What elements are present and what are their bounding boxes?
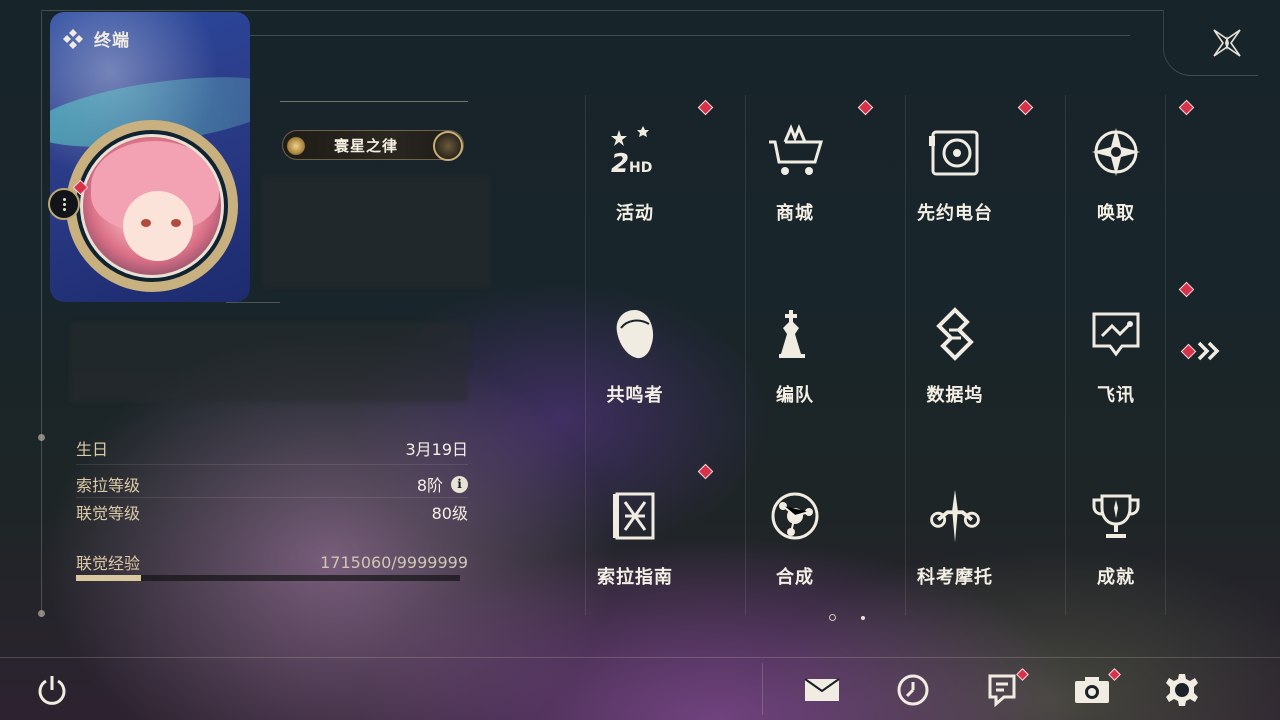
profile-portrait (30, 12, 270, 312)
badge (1180, 343, 1197, 360)
data-dock-icon (936, 307, 974, 361)
menu-tile-messages[interactable]: 飞讯 (1036, 272, 1196, 454)
menu-tile-event[interactable]: 2 HD 活动 (555, 90, 715, 272)
menu-label: 索拉指南 (597, 567, 673, 588)
menu-label: 先约电台 (917, 203, 993, 224)
synthesis-icon (771, 492, 819, 540)
next-page-button[interactable] (1180, 340, 1222, 362)
notice-icon (988, 674, 1016, 707)
badge (1178, 99, 1195, 116)
blurred-info (262, 176, 490, 288)
close-button[interactable] (1206, 22, 1248, 64)
avatar[interactable] (80, 134, 224, 278)
portrait-underline (226, 302, 280, 303)
power-button[interactable] (32, 670, 72, 710)
menu-tile-guide[interactable]: 索拉指南 (555, 454, 715, 636)
double-chevron-right-icon (1197, 341, 1220, 361)
menu-tile-resonator[interactable]: 共鸣者 (555, 272, 715, 454)
left-frame-dot (38, 434, 45, 441)
stat-value: 3月19日 (405, 440, 468, 459)
stat-row-union-level: 联觉等级 80级 (76, 500, 468, 524)
clock-button[interactable] (893, 670, 933, 710)
frame-top-line (41, 10, 1163, 11)
badge (697, 463, 714, 480)
menu-label: 编队 (776, 385, 814, 406)
profile-options-button[interactable] (48, 188, 80, 220)
menu-tile-radio[interactable]: 先约电台 (875, 90, 1035, 272)
menu-label: 成就 (1097, 567, 1135, 588)
message-bubble-icon (1092, 312, 1140, 357)
exp-progress-bar (76, 575, 460, 581)
trophy-icon (1092, 494, 1140, 538)
menu-tile-team[interactable]: 编队 (715, 272, 875, 454)
orb-emblem-icon (433, 131, 463, 161)
stat-row-union-exp: 联觉经验 1715060/9999999 (76, 550, 468, 574)
close-icon (1213, 29, 1241, 57)
stat-value: 8阶 (416, 476, 443, 495)
event-2hd-icon: 2 HD (611, 126, 652, 179)
mail-button[interactable] (802, 670, 842, 710)
settings-button[interactable] (1162, 670, 1202, 710)
player-name-badge[interactable]: 寰星之律 (282, 130, 464, 161)
left-frame-dot (38, 610, 45, 617)
notice-button[interactable] (982, 668, 1029, 710)
page-title: 终端 (94, 31, 130, 51)
menu-label: 活动 (616, 203, 654, 224)
menu-label: 唤取 (1097, 203, 1135, 224)
guidebook-icon (613, 492, 655, 540)
terminal-diamond-icon (63, 28, 83, 49)
svg-text:HD: HD (629, 160, 652, 176)
page-indicator-active[interactable] (829, 614, 836, 621)
badge (1178, 281, 1195, 298)
stat-value: 80级 (431, 504, 468, 523)
summon-compass-icon (1092, 128, 1140, 176)
power-icon (38, 676, 66, 705)
svg-text:2: 2 (611, 149, 629, 179)
camera-button[interactable] (1072, 668, 1121, 710)
menu-label: 飞讯 (1097, 385, 1135, 406)
radio-icon (929, 130, 979, 176)
stat-row-sola-level: 索拉等级 8阶 i (76, 472, 468, 496)
exp-value: 1715060/9999999 (320, 552, 468, 572)
info-icon[interactable]: i (451, 475, 468, 493)
name-divider (280, 101, 468, 102)
stat-label: 索拉等级 (76, 476, 141, 495)
menu-label: 商城 (776, 203, 814, 224)
menu-label: 数据坞 (926, 385, 984, 406)
menu-tile-synthesis[interactable]: 合成 (715, 454, 875, 636)
mail-icon (804, 678, 840, 701)
stat-label: 联觉等级 (76, 504, 141, 523)
blurred-signature (70, 322, 468, 402)
resonator-head-icon (616, 310, 654, 359)
player-name: 寰星之律 (333, 136, 398, 155)
menu-label: 合成 (776, 567, 814, 588)
chess-team-icon (779, 310, 805, 358)
bottom-bar-divider (762, 663, 763, 715)
badge (697, 99, 714, 116)
menu-tile-shop[interactable]: 商城 (715, 90, 875, 272)
menu-label: 共鸣者 (606, 385, 664, 406)
menu-tile-summon[interactable]: 唤取 (1036, 90, 1196, 272)
menu-tile-datadock[interactable]: 数据坞 (875, 272, 1035, 454)
menu-tile-motorbike[interactable]: 科考摩托 (875, 454, 1035, 636)
page-indicator[interactable] (861, 616, 865, 620)
shop-cart-icon (769, 124, 824, 175)
bottom-bar-line (0, 657, 1280, 658)
settings-gear-icon (1166, 674, 1198, 706)
page-header: 终端 (62, 26, 130, 51)
exp-progress-fill (76, 575, 142, 581)
clock-icon (897, 674, 929, 706)
stat-row-birthday: 生日 3月19日 (76, 436, 468, 460)
stat-label: 生日 (76, 440, 109, 459)
motorbike-icon (930, 489, 980, 543)
badge (1016, 668, 1029, 681)
menu-tile-achievement[interactable]: 成就 (1036, 454, 1196, 636)
camera-icon (1075, 677, 1109, 703)
badge (1017, 99, 1034, 116)
exp-label: 联觉经验 (76, 554, 141, 573)
badge (857, 99, 874, 116)
menu-label: 科考摩托 (917, 567, 993, 588)
frame-top-inner-line (250, 35, 1130, 36)
sun-emblem-icon (285, 135, 307, 157)
